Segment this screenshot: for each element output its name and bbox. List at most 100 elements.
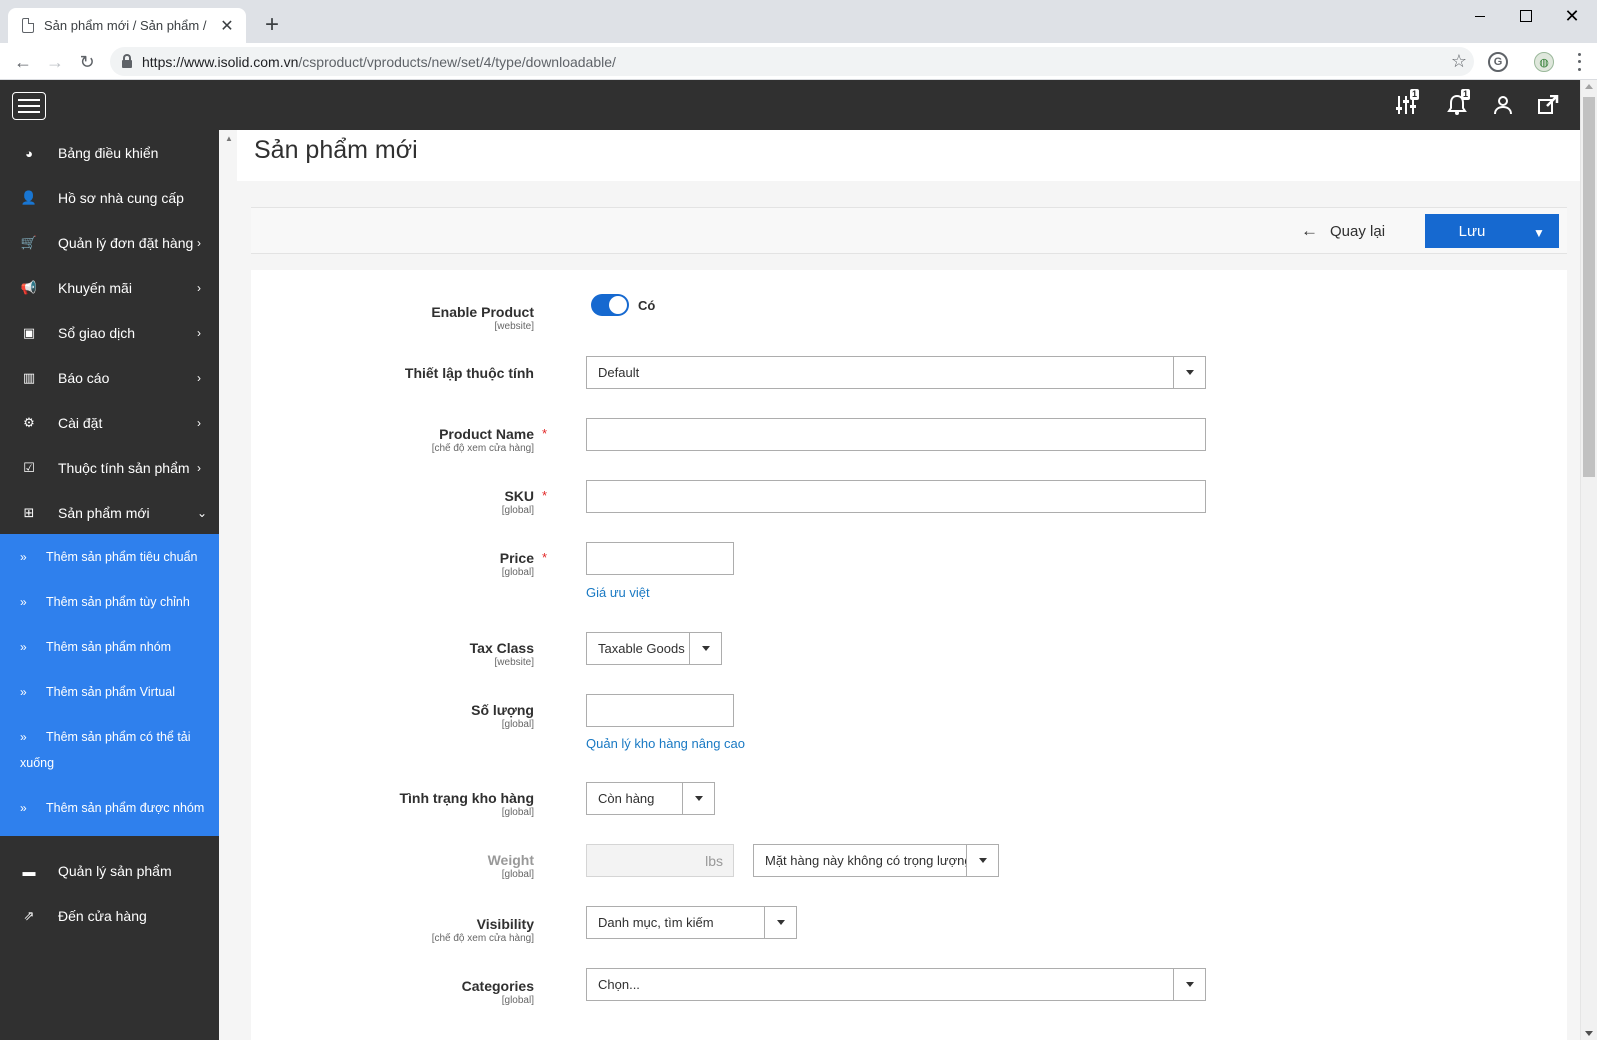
chevron-down-icon: ⌄ [197, 506, 208, 520]
required-asterisk: * [542, 426, 548, 441]
sku-label: SKU [global] [251, 488, 534, 516]
categories-label: Categories [global] [251, 978, 534, 1006]
enable-product-toggle[interactable] [591, 294, 629, 316]
page-header: Sản phẩm mới [237, 130, 1580, 181]
product-form: Enable Product [website] Có Thiết lập thu… [251, 270, 1567, 1040]
double-chevron-icon: » [20, 685, 27, 699]
chevron-right-icon: › [197, 371, 201, 385]
settings-badge: 1 [1409, 89, 1419, 100]
chevron-down-icon [966, 845, 998, 876]
stock-status-select[interactable]: Còn hàng [586, 782, 715, 815]
scroll-up-arrow-icon[interactable] [1585, 84, 1593, 89]
sidebar-item-go-to-store[interactable]: ⇗ Đến cửa hàng [0, 893, 219, 939]
quantity-input[interactable] [586, 694, 734, 727]
label-text: Product Name [439, 426, 534, 442]
scroll-down-arrow-icon[interactable] [1585, 1031, 1593, 1036]
price-input[interactable] [586, 542, 734, 575]
sidebar-item-manage-products[interactable]: ▬ Quản lý sản phẩm [0, 848, 219, 894]
save-dropdown-caret-icon[interactable]: ▼ [1519, 222, 1559, 240]
sliders-icon[interactable]: 1 [1393, 89, 1419, 117]
scope-text: [chế độ xem cửa hàng] [431, 443, 534, 454]
back-arrow-icon[interactable]: ← [10, 49, 36, 75]
browser-tab-bar: Sản phẩm mới / Sản phẩm / ✕ + ✕ [0, 0, 1597, 43]
visibility-label: Visibility [chế độ xem cửa hàng] [251, 916, 534, 944]
submenu-item-downloadable[interactable]: » Thêm sản phẩm có thể tải xuống [0, 724, 200, 776]
browser-toolbar: ← → ↻ https://www.isolid.com.vn/csproduc… [0, 43, 1597, 80]
external-link-icon[interactable] [1535, 93, 1561, 117]
window-close-button[interactable]: ✕ [1549, 0, 1595, 32]
tab-title: Sản phẩm mới / Sản phẩm / [44, 18, 207, 33]
sidebar-item-orders[interactable]: 🛒 Quản lý đơn đặt hàng › [0, 220, 219, 266]
plus-square-icon: ⊞ [23, 505, 35, 520]
double-chevron-icon: » [20, 595, 27, 609]
enable-product-label: Enable Product [website] [251, 304, 534, 332]
submenu-item-bundle[interactable]: » Thêm sản phẩm nhóm [0, 634, 219, 660]
forward-arrow-icon[interactable]: → [42, 49, 68, 75]
sidebar-item-label: Bảng điều khiển [58, 145, 159, 161]
hamburger-menu-icon[interactable] [12, 92, 46, 120]
weight-input[interactable]: lbs [586, 844, 734, 877]
reload-icon[interactable]: ↻ [74, 49, 100, 75]
quantity-label: Số lượng [global] [251, 702, 534, 730]
sidebar-item-promotions[interactable]: 📢 Khuyến mãi › [0, 265, 219, 311]
product-name-input[interactable] [586, 418, 1206, 451]
sidebar-item-label: Cài đặt [58, 415, 103, 431]
submenu-item-configurable[interactable]: » Thêm sản phẩm tùy chỉnh [0, 589, 219, 615]
scroll-up-icon[interactable]: ▲ [225, 134, 233, 143]
extension-icon[interactable]: G [1488, 52, 1508, 72]
scope-text: [website] [494, 321, 534, 332]
sku-input[interactable] [586, 480, 1206, 513]
scope-text: [global] [501, 807, 534, 818]
address-bar[interactable]: https://www.isolid.com.vn/csproduct/vpro… [110, 47, 1474, 76]
user-account-icon[interactable] [1490, 93, 1516, 117]
scope-text: [global] [501, 567, 534, 578]
sidebar-item-product-attributes[interactable]: ☑ Thuộc tính sản phẩm › [0, 445, 219, 491]
sidebar-item-settings[interactable]: ⚙ Cài đặt › [0, 400, 219, 446]
chevron-right-icon: › [197, 326, 201, 340]
user-icon: 👤 [20, 190, 38, 205]
scrollbar-thumb[interactable] [1583, 97, 1595, 477]
window-minimize-button[interactable] [1457, 0, 1503, 32]
label-text: SKU [504, 488, 534, 504]
tab-close-icon[interactable]: ✕ [218, 16, 236, 36]
sidebar-item-new-product[interactable]: ⊞ Sản phẩm mới ⌄ [0, 490, 219, 536]
extension-globe-icon[interactable]: ◍ [1534, 52, 1554, 72]
weight-type-select[interactable]: Mặt hàng này không có trọng lượng [753, 844, 999, 877]
main-content: ▲ Sản phẩm mới ← Quay lại Lưu ▼ Enable P… [219, 130, 1580, 1040]
browser-tab[interactable]: Sản phẩm mới / Sản phẩm / ✕ [8, 8, 246, 43]
sidebar-item-transactions[interactable]: ▣ Sổ giao dịch › [0, 310, 219, 356]
label-text: Tình trạng kho hàng [399, 790, 534, 806]
sidebar-item-reports[interactable]: ▥ Báo cáo › [0, 355, 219, 401]
submenu-item-label: Thêm sản phẩm nhóm [46, 640, 172, 654]
submenu-item-standard[interactable]: » Thêm sản phẩm tiêu chuẩn [0, 544, 219, 570]
advanced-inventory-link[interactable]: Quản lý kho hàng nâng cao [586, 736, 745, 751]
submenu-item-grouped[interactable]: » Thêm sản phẩm được nhóm [0, 795, 219, 821]
categories-select[interactable]: Chọn... [586, 968, 1206, 1001]
vertical-scrollbar[interactable] [1580, 80, 1597, 1040]
new-tab-button[interactable]: + [258, 10, 286, 40]
chevron-down-icon [682, 783, 714, 814]
sidebar-item-label: Đến cửa hàng [58, 908, 147, 924]
bell-icon[interactable]: 1 [1444, 89, 1470, 117]
window-maximize-button[interactable] [1503, 0, 1549, 32]
save-button[interactable]: Lưu ▼ [1425, 214, 1559, 248]
new-product-submenu: » Thêm sản phẩm tiêu chuẩn » Thêm sản phẩm… [0, 534, 219, 836]
cart-icon: 🛒 [20, 235, 38, 250]
double-chevron-icon: » [20, 550, 27, 564]
weight-unit: lbs [705, 852, 723, 869]
lock-icon [122, 53, 132, 68]
submenu-item-virtual[interactable]: » Thêm sản phẩm Virtual [0, 679, 219, 705]
visibility-select[interactable]: Danh mục, tìm kiếm [586, 906, 797, 939]
tax-class-select[interactable]: Taxable Goods [586, 632, 722, 665]
sidebar-item-dashboard[interactable]: ◕ Bảng điều khiển [0, 130, 219, 176]
sidebar-item-vendor-profile[interactable]: 👤 Hồ sơ nhà cung cấp [0, 175, 219, 221]
url-text[interactable]: https://www.isolid.com.vn/csproduct/vpro… [142, 54, 1444, 70]
double-chevron-icon: » [20, 730, 27, 744]
bookmark-star-icon[interactable]: ☆ [1444, 51, 1474, 72]
back-button[interactable]: ← Quay lại [1301, 218, 1385, 244]
browser-menu-icon[interactable] [1572, 51, 1586, 73]
advanced-pricing-link[interactable]: Giá ưu việt [586, 585, 650, 600]
page-actions: ← Quay lại Lưu ▼ [251, 207, 1567, 254]
chevron-right-icon: › [197, 461, 201, 475]
attribute-set-select[interactable]: Default [586, 356, 1206, 389]
